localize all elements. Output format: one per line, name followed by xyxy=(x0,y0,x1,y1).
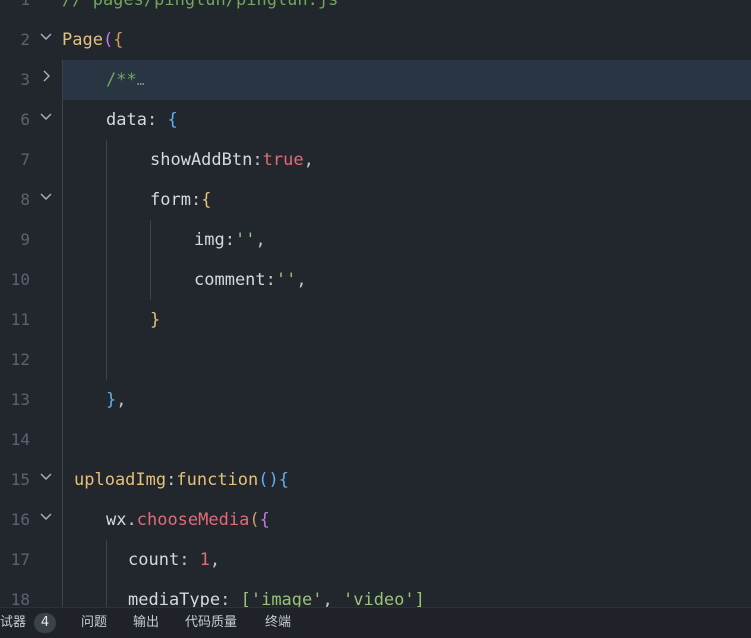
code-token: , xyxy=(322,590,343,607)
code-line[interactable]: 9 img:'', xyxy=(0,220,751,260)
chevron-right-icon[interactable] xyxy=(38,68,54,84)
code-token: img xyxy=(194,230,225,250)
line-number: 16 xyxy=(10,510,30,529)
line-number: 3 xyxy=(20,70,30,89)
code-token: : xyxy=(190,190,202,210)
code-token: : xyxy=(224,230,235,250)
code-line[interactable]: 15 uploadImg:function(){ xyxy=(0,460,751,500)
code-token: /** xyxy=(106,70,137,90)
chevron-down-icon[interactable] xyxy=(38,468,54,484)
code-line[interactable]: 13 }, xyxy=(0,380,751,420)
code-token: uploadImg xyxy=(74,470,167,490)
code-line[interactable]: 6 data: { xyxy=(0,100,751,140)
code-line[interactable]: 12 xyxy=(0,340,751,380)
line-number: 11 xyxy=(10,310,30,329)
code-token: : xyxy=(179,550,200,570)
code-token: mediaType xyxy=(128,590,221,607)
code-token: form xyxy=(150,190,191,210)
code-line[interactable]: 16 wx.chooseMedia({ xyxy=(0,500,751,540)
code-token: , xyxy=(116,390,127,410)
tab-output[interactable]: 输出 xyxy=(133,608,159,638)
line-number: 14 xyxy=(10,430,30,449)
code-token: : xyxy=(166,470,177,490)
line-number: 8 xyxy=(20,190,30,209)
code-token: ( xyxy=(249,510,260,530)
code-token: '' xyxy=(275,270,297,290)
line-number: 12 xyxy=(10,350,30,369)
code-token: { xyxy=(113,30,124,50)
code-line[interactable]: 7 showAddBtn:true, xyxy=(0,140,751,180)
line-number: 15 xyxy=(10,470,30,489)
code-token: 'video'] xyxy=(342,590,425,607)
code-token: } xyxy=(106,390,117,410)
code-token: : xyxy=(220,590,241,607)
code-line[interactable]: 1 // pages/pinglun/pinglun.js xyxy=(0,0,751,20)
code-token: ( xyxy=(102,30,114,50)
code-token: comment xyxy=(194,270,266,290)
code-token: count xyxy=(128,550,180,570)
line-number: 9 xyxy=(20,230,30,249)
code-token: , xyxy=(209,550,221,570)
code-token: chooseMedia xyxy=(136,510,250,530)
code-line[interactable]: 18 mediaType: ['image', 'video'] xyxy=(0,580,751,607)
code-token: wx xyxy=(106,510,127,530)
chevron-down-icon[interactable] xyxy=(38,108,54,124)
code-token: (){ xyxy=(258,470,289,490)
code-token: { xyxy=(259,510,270,530)
code-token: { xyxy=(167,110,178,130)
tab-debugger[interactable]: 试器 xyxy=(0,608,26,638)
line-number: 18 xyxy=(10,590,30,607)
line-number: 7 xyxy=(20,150,30,169)
code-line[interactable]: 2 Page({ xyxy=(0,20,751,60)
code-editor[interactable]: 1 // pages/pinglun/pinglun.js 2 Page({ 3… xyxy=(0,0,751,607)
code-token: : xyxy=(252,150,263,170)
code-token: true xyxy=(262,150,304,170)
line-number: 17 xyxy=(10,550,30,569)
code-token: Page xyxy=(62,30,103,50)
line-number: 13 xyxy=(10,390,30,409)
code-token: ['image' xyxy=(240,590,323,607)
chevron-down-icon[interactable] xyxy=(38,28,54,44)
code-token: . xyxy=(126,510,137,530)
code-token: 1 xyxy=(199,550,210,570)
code-line[interactable]: 3 /**… xyxy=(0,60,751,100)
code-token: , xyxy=(255,230,266,250)
chevron-down-icon[interactable] xyxy=(38,508,54,524)
code-token: , xyxy=(303,150,314,170)
tab-terminal[interactable]: 终端 xyxy=(265,608,291,638)
code-line[interactable]: 8 form:{ xyxy=(0,180,751,220)
code-token: , xyxy=(296,270,307,290)
code-token: '' xyxy=(234,230,256,250)
folded-ellipsis[interactable]: … xyxy=(137,74,145,89)
code-token: } xyxy=(150,310,161,330)
line-number: 1 xyxy=(0,0,30,20)
panel-tab-bar: 试器 4 问题 输出 代码质量 终端 xyxy=(0,607,751,638)
code-token: : xyxy=(265,270,276,290)
debugger-count-badge: 4 xyxy=(34,613,56,633)
code-line[interactable]: 10 comment:'', xyxy=(0,260,751,300)
code-line[interactable]: 11 } xyxy=(0,300,751,340)
code-comment: // pages/pinglun/pinglun.js xyxy=(62,0,339,10)
code-token: showAddBtn xyxy=(150,150,253,170)
line-number: 6 xyxy=(20,110,30,129)
line-number: 10 xyxy=(10,270,30,289)
code-token: data xyxy=(106,110,147,130)
line-number: 2 xyxy=(20,30,30,49)
tab-problems[interactable]: 问题 xyxy=(81,608,107,638)
code-token: : xyxy=(146,110,168,130)
code-line[interactable]: 14 xyxy=(0,420,751,460)
code-token: function xyxy=(176,470,259,490)
chevron-down-icon[interactable] xyxy=(38,188,54,204)
code-line[interactable]: 17 count: 1, xyxy=(0,540,751,580)
tab-code-quality[interactable]: 代码质量 xyxy=(185,608,237,638)
code-token: { xyxy=(201,190,212,210)
